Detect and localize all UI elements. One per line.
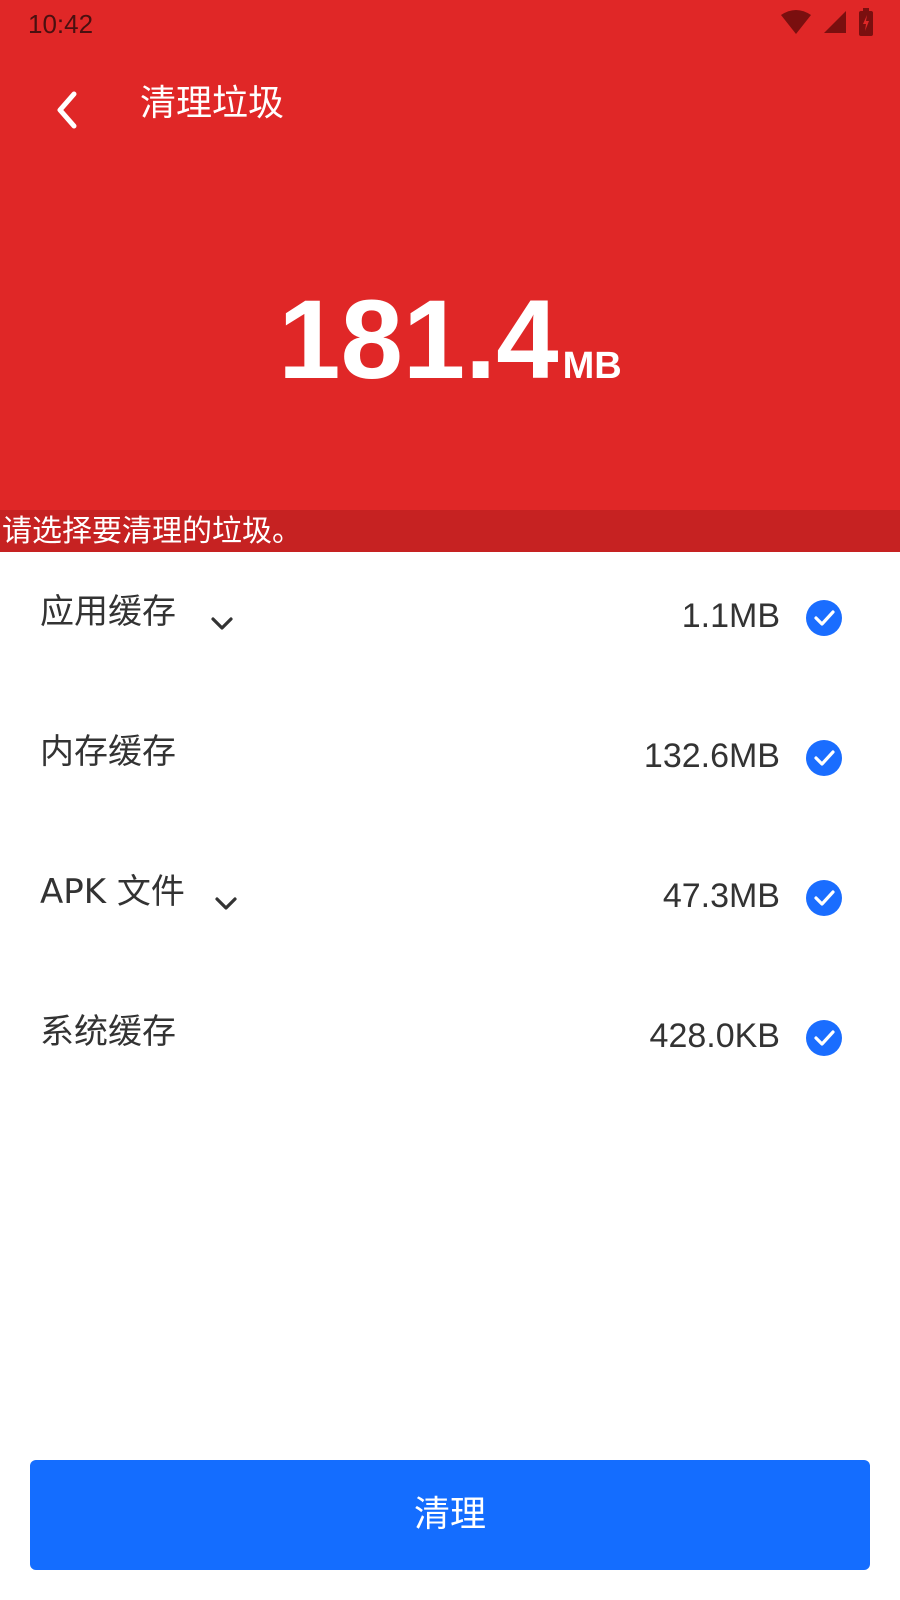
list-item-memory-cache[interactable]: 内存缓存 132.6MB	[0, 692, 900, 832]
total-junk-size: 181.4 MB	[0, 280, 900, 400]
list-item-size: 1.1MB	[681, 597, 780, 635]
list-item-label: APK 文件	[40, 872, 185, 912]
header: 清理垃圾 181.4 MB	[0, 50, 900, 510]
status-time: 10:42	[28, 9, 94, 39]
check-circle-icon[interactable]	[806, 740, 842, 776]
hint-bar: 请选择要清理的垃圾。	[0, 510, 900, 552]
list-item-app-cache[interactable]: 应用缓存 1.1MB	[0, 552, 900, 692]
page-title: 清理垃圾	[140, 83, 285, 124]
back-arrow-icon	[40, 91, 100, 144]
list-item-label: 系统缓存	[40, 1012, 176, 1052]
chevron-down-icon[interactable]	[208, 610, 236, 638]
check-circle-icon[interactable]	[806, 1020, 842, 1056]
hint-text: 请选择要清理的垃圾。	[2, 514, 302, 549]
clean-button[interactable]: 清理	[30, 1460, 870, 1570]
status-icons	[780, 8, 874, 40]
status-bar: 10:42	[0, 0, 900, 50]
chevron-down-icon[interactable]	[212, 890, 240, 918]
signal-icon	[822, 9, 848, 39]
total-size-unit: MB	[562, 345, 622, 387]
list-item-size: 428.0KB	[649, 1017, 780, 1055]
check-circle-icon[interactable]	[806, 600, 842, 636]
check-circle-icon[interactable]	[806, 880, 842, 916]
back-button[interactable]	[40, 80, 100, 140]
total-size-value: 181.4	[278, 277, 559, 402]
list-item-size: 47.3MB	[662, 877, 780, 915]
list-item-label: 内存缓存	[40, 732, 176, 772]
list-item-system-cache[interactable]: 系统缓存 428.0KB	[0, 972, 900, 1112]
wifi-icon	[780, 9, 812, 39]
list-item-apk-files[interactable]: APK 文件 47.3MB	[0, 832, 900, 972]
battery-icon	[858, 8, 874, 40]
list-item-size: 132.6MB	[643, 737, 780, 775]
junk-list: 应用缓存 1.1MB 内存缓存 132.6MB APK 文件 47.3MB 系统…	[0, 552, 900, 1112]
list-item-label: 应用缓存	[40, 592, 176, 632]
